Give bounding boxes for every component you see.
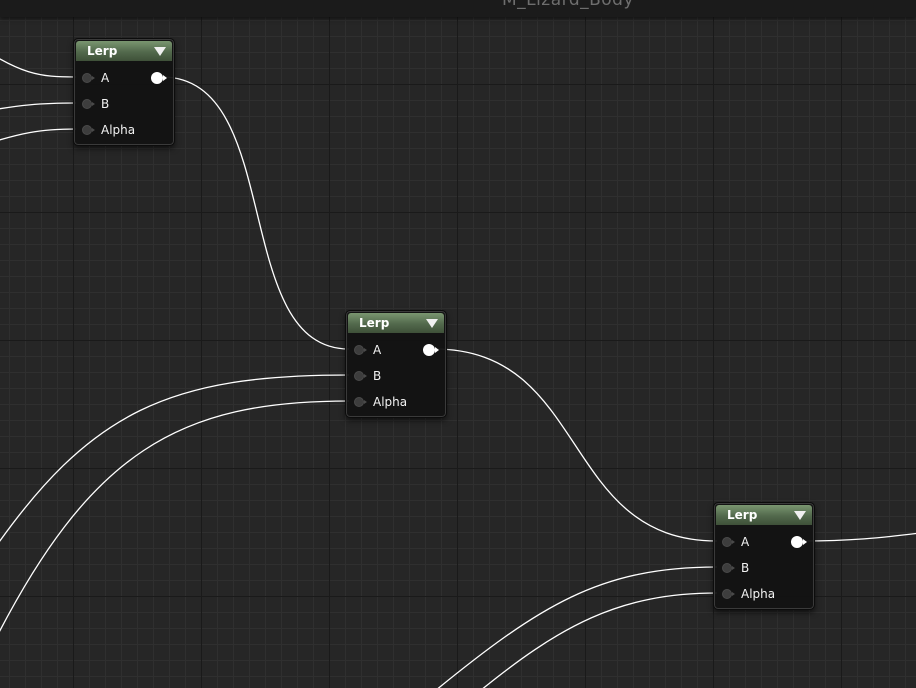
lerp-node-2[interactable]: Lerp A B Alpha [345,310,447,418]
node-header[interactable]: Lerp [348,313,444,333]
input-pin-row-b[interactable]: B [714,558,814,578]
node-title: Lerp [359,316,390,330]
input-pin-label: A [741,535,750,549]
wire-node1-out-to-node2-a[interactable] [161,76,350,350]
wire-node1-input-a[interactable] [0,40,77,78]
input-pin-row-b[interactable]: B [346,366,446,386]
input-pin-row-a[interactable]: A [346,340,446,360]
collapse-arrow-icon[interactable] [426,319,438,328]
wire-node2-input-alpha[interactable] [0,400,350,650]
output-pin-icon[interactable] [423,344,439,356]
output-pin-icon[interactable] [791,536,807,548]
input-pin-row-a[interactable]: A [714,532,814,552]
node-title: Lerp [87,44,118,58]
input-pin-icon[interactable] [82,125,95,135]
input-pin-icon[interactable] [722,589,735,599]
input-pin-icon[interactable] [354,345,367,355]
input-pin-row-alpha[interactable]: Alpha [74,120,174,140]
lerp-node-1[interactable]: Lerp A B Alpha [73,38,175,146]
wire-node3-input-b[interactable] [430,566,718,688]
input-pin-label: Alpha [101,123,136,137]
input-pin-label: A [373,343,382,357]
input-pin-label: B [101,97,110,111]
input-pin-row-a[interactable]: A [74,68,174,88]
wire-node2-input-b[interactable] [0,374,350,555]
material-graph-canvas[interactable]: M_Lizard_Body Lerp A B Alpha Lerp A B Al… [0,0,916,688]
input-pin-row-b[interactable]: B [74,94,174,114]
input-pin-label: Alpha [373,395,408,409]
input-pin-label: B [373,369,382,383]
lerp-node-3[interactable]: Lerp A B Alpha [713,502,815,610]
graph-title-bar: M_Lizard_Body [0,0,916,17]
input-pin-icon[interactable] [82,99,95,109]
collapse-arrow-icon[interactable] [154,47,166,56]
input-pin-icon[interactable] [82,73,95,83]
node-header[interactable]: Lerp [76,41,172,61]
input-pin-icon[interactable] [722,537,735,547]
input-pin-icon[interactable] [354,397,367,407]
input-pin-row-alpha[interactable]: Alpha [714,584,814,604]
wire-node3-output[interactable] [801,532,916,542]
input-pin-label: B [741,561,750,575]
input-pin-row-alpha[interactable]: Alpha [346,392,446,412]
node-header[interactable]: Lerp [716,505,812,525]
collapse-arrow-icon[interactable] [794,511,806,520]
output-pin-icon[interactable] [151,72,167,84]
wire-node1-input-alpha[interactable] [0,128,77,146]
wire-node2-out-to-node3-a[interactable] [433,348,718,542]
node-title: Lerp [727,508,758,522]
graph-title: M_Lizard_Body [501,0,635,10]
input-pin-icon[interactable] [354,371,367,381]
input-pin-label: Alpha [741,587,776,601]
input-pin-label: A [101,71,110,85]
wire-node1-input-b[interactable] [0,102,77,112]
input-pin-icon[interactable] [722,563,735,573]
wire-node3-input-alpha[interactable] [475,592,718,688]
